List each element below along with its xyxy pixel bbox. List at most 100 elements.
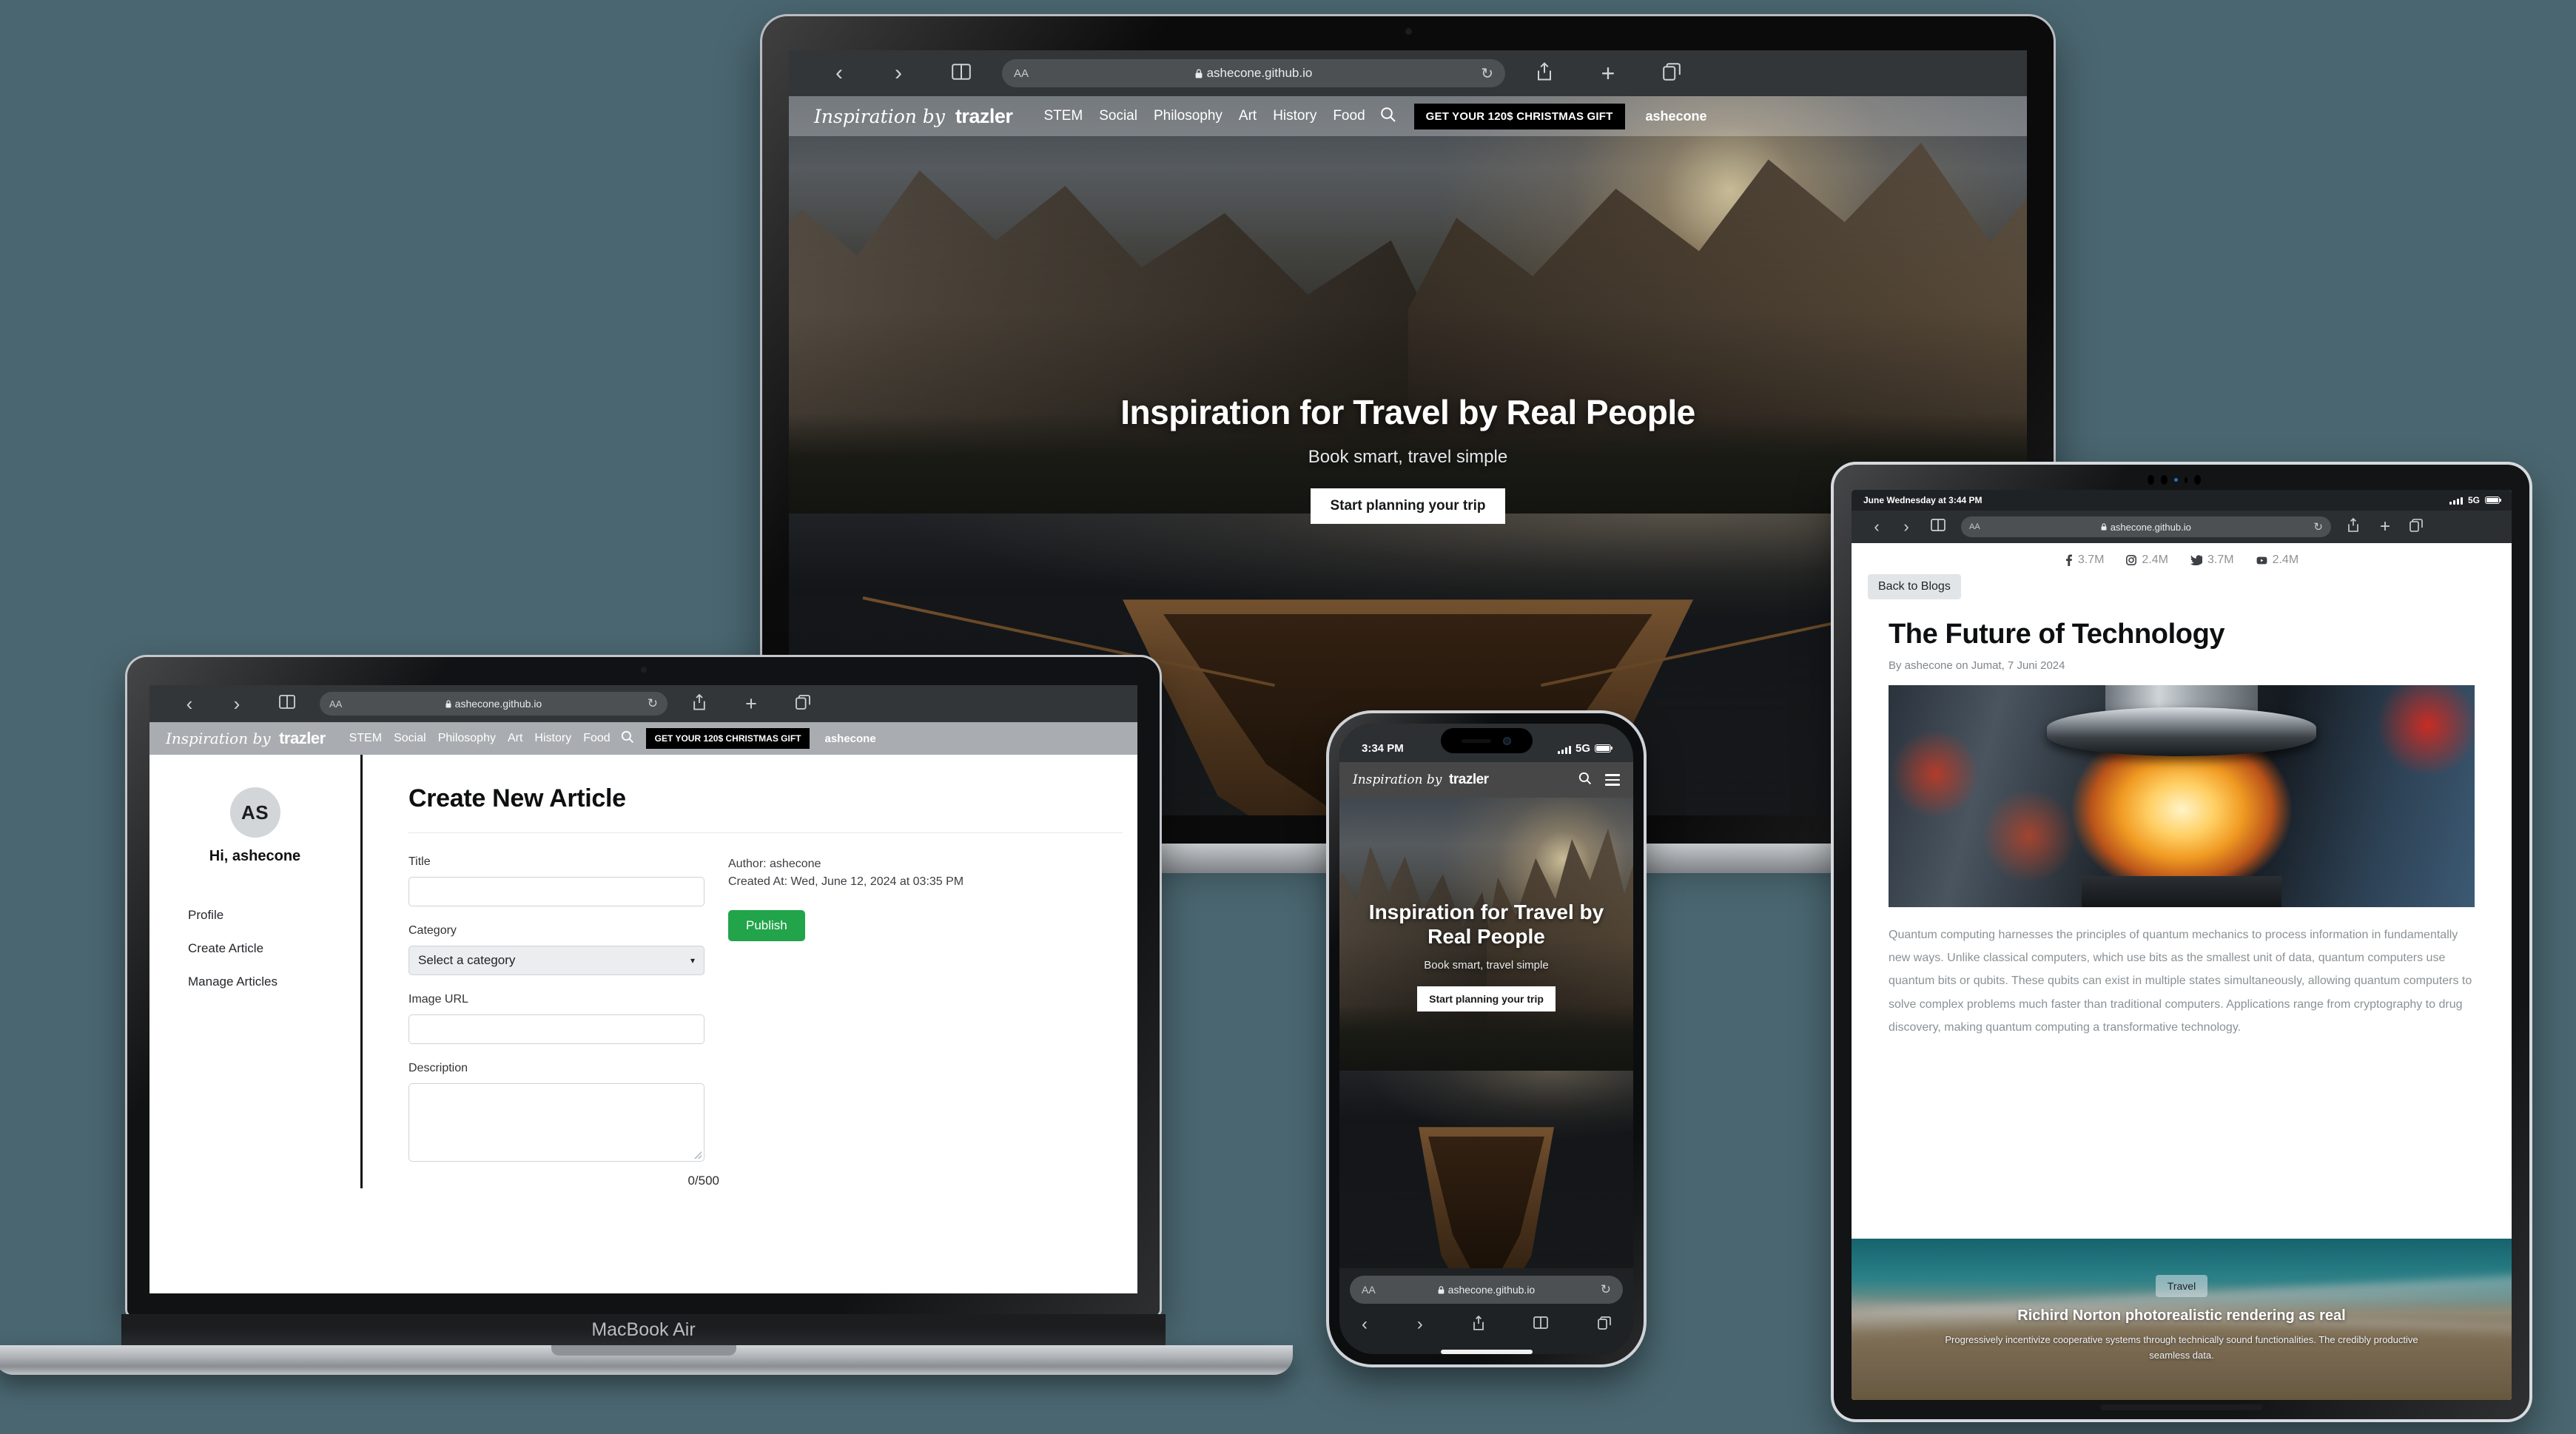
site-logo[interactable]: Inspiration by trazler: [1353, 772, 1489, 788]
macbook-air-deck-notch: [551, 1345, 736, 1356]
reload-icon[interactable]: ↻: [648, 696, 658, 711]
back-button[interactable]: ‹: [166, 693, 213, 716]
page-title: Create New Article: [408, 784, 626, 812]
site-logo[interactable]: Inspiration by trazler: [166, 729, 326, 748]
related-article-card[interactable]: Travel Richird Norton photorealistic ren…: [1852, 1239, 2512, 1400]
category-tag[interactable]: Travel: [2155, 1275, 2208, 1298]
reload-icon[interactable]: ↻: [1601, 1282, 1611, 1297]
webpage-air: AS Hi, ashecone Profile Create Article M…: [149, 755, 1137, 1293]
show-tabs-button[interactable]: [1640, 62, 1704, 84]
ipad-screen: June Wednesday at 3:44 PM 5G ‹ › AA ashe…: [1852, 490, 2512, 1400]
forward-button[interactable]: ›: [1417, 1314, 1423, 1335]
new-tab-button[interactable]: +: [1576, 61, 1640, 85]
social-stat-twitter[interactable]: 3.7M: [2190, 553, 2234, 567]
battery-icon: [2485, 496, 2501, 504]
device-label-air: MacBook Air: [591, 1319, 696, 1340]
forward-button[interactable]: ›: [213, 693, 260, 716]
back-button[interactable]: ‹: [810, 61, 869, 86]
sidebar-links: Profile Create Article Manage Articles: [149, 908, 360, 989]
text-size-button[interactable]: AA: [1362, 1284, 1376, 1296]
social-stat-instagram[interactable]: 2.4M: [2126, 553, 2168, 567]
search-icon: [1578, 772, 1592, 784]
sidebar-icon[interactable]: [928, 63, 995, 84]
nav-item-philosophy[interactable]: Philosophy: [438, 732, 496, 745]
reload-icon[interactable]: ↻: [1481, 64, 1493, 83]
nav-item-food[interactable]: Food: [583, 732, 610, 745]
new-tab-button[interactable]: +: [2370, 518, 2401, 536]
sidebar-item-create-article[interactable]: Create Article: [188, 941, 360, 956]
label-image-url: Image URL: [408, 993, 468, 1006]
nav-item-social[interactable]: Social: [394, 732, 426, 745]
social-stat-facebook[interactable]: 3.7M: [2065, 553, 2104, 567]
front-camera-icon: [1503, 736, 1511, 745]
show-tabs-button[interactable]: [777, 694, 829, 713]
nav-item-food[interactable]: Food: [1333, 108, 1365, 124]
nav-item-stem[interactable]: STEM: [349, 732, 382, 745]
publish-button[interactable]: Publish: [728, 910, 805, 941]
bookmarks-button[interactable]: [1533, 1316, 1549, 1333]
reload-icon[interactable]: ↻: [2313, 520, 2323, 533]
social-stat-youtube[interactable]: 2.4M: [2256, 553, 2298, 567]
twitter-icon: [2190, 555, 2202, 565]
image-url-input[interactable]: [408, 1014, 704, 1044]
show-tabs-button[interactable]: [2401, 518, 2432, 536]
hero-content-pro: Inspiration for Travel by Real People Bo…: [789, 392, 2027, 524]
search-button[interactable]: [1578, 772, 1592, 789]
form-fields-column: Title Category Select a category ▾ Image…: [408, 855, 719, 1188]
webcam-icon: [1405, 28, 1412, 35]
title-input[interactable]: [408, 877, 704, 906]
network-label: 5G: [2467, 495, 2480, 505]
user-name-link[interactable]: ashecone: [1646, 109, 1707, 124]
sidebar-item-profile[interactable]: Profile: [188, 908, 360, 923]
instagram-icon: [2126, 555, 2137, 565]
address-bar[interactable]: AA ashecone.github.io ↻: [1350, 1276, 1623, 1304]
text-size-button[interactable]: AA: [329, 699, 342, 710]
promo-banner-button[interactable]: GET YOUR 120$ CHRISTMAS GIFT: [645, 728, 810, 749]
category-select[interactable]: Select a category ▾: [408, 946, 704, 975]
nav-item-history[interactable]: History: [1273, 108, 1316, 124]
hero-cta-button[interactable]: Start planning your trip: [1311, 488, 1505, 524]
signal-icon: [2449, 496, 2463, 505]
address-bar[interactable]: AA ashecone.github.io ↻: [320, 692, 667, 716]
search-button[interactable]: [1380, 107, 1396, 127]
nav-item-art[interactable]: Art: [508, 732, 522, 745]
article-ipad: The Future of Technology By ashecone on …: [1852, 599, 2512, 907]
promo-banner-button[interactable]: GET YOUR 120$ CHRISTMAS GIFT: [1413, 103, 1625, 129]
sidebar-item-manage-articles[interactable]: Manage Articles: [188, 974, 360, 989]
battery-icon: [1595, 744, 1612, 753]
label-description: Description: [408, 1062, 468, 1074]
nav-item-social[interactable]: Social: [1099, 108, 1137, 124]
ipad-lid: June Wednesday at 3:44 PM 5G ‹ › AA ashe…: [1834, 465, 2529, 1419]
back-to-blogs-button[interactable]: Back to Blogs: [1868, 574, 1961, 599]
divider: [408, 832, 1123, 833]
tabs-icon: [796, 694, 810, 710]
back-button[interactable]: ‹: [1362, 1314, 1368, 1335]
site-logo[interactable]: Inspiration by trazler: [814, 105, 1013, 128]
nav-links-pro: STEM Social Philosophy Art History Food: [1043, 108, 1365, 124]
new-tab-button[interactable]: +: [725, 693, 777, 714]
safari-toolbar-iphone: AA ashecone.github.io ↻ ‹ ›: [1339, 1268, 1633, 1354]
user-name-link[interactable]: ashecone: [824, 733, 875, 745]
sidebar-icon[interactable]: [260, 695, 314, 713]
hero-cta-button[interactable]: Start planning your trip: [1417, 986, 1556, 1012]
lock-icon: [2101, 523, 2107, 531]
share-button[interactable]: [1513, 61, 1576, 85]
text-size-button[interactable]: AA: [1014, 67, 1029, 80]
share-button[interactable]: [2337, 517, 2370, 536]
show-tabs-button[interactable]: [1598, 1316, 1611, 1333]
search-button[interactable]: [621, 730, 634, 747]
address-bar[interactable]: AA ashecone.github.io ↻: [1002, 59, 1505, 87]
avatar: AS: [229, 787, 280, 838]
description-textarea[interactable]: [408, 1083, 704, 1162]
hamburger-menu-icon[interactable]: [1605, 771, 1620, 789]
device-iphone: 3:34 PM 5G Inspiration by trazler Inspir…: [1329, 713, 1644, 1364]
nav-item-history[interactable]: History: [534, 732, 571, 745]
share-button[interactable]: [673, 693, 725, 714]
iphone-screen: 3:34 PM 5G Inspiration by trazler Inspir…: [1339, 724, 1633, 1354]
label-category: Category: [408, 924, 457, 937]
nav-item-philosophy[interactable]: Philosophy: [1154, 108, 1223, 124]
forward-button[interactable]: ›: [869, 61, 928, 86]
nav-item-art[interactable]: Art: [1239, 108, 1257, 124]
nav-item-stem[interactable]: STEM: [1043, 108, 1083, 124]
share-button[interactable]: [1473, 1315, 1484, 1334]
